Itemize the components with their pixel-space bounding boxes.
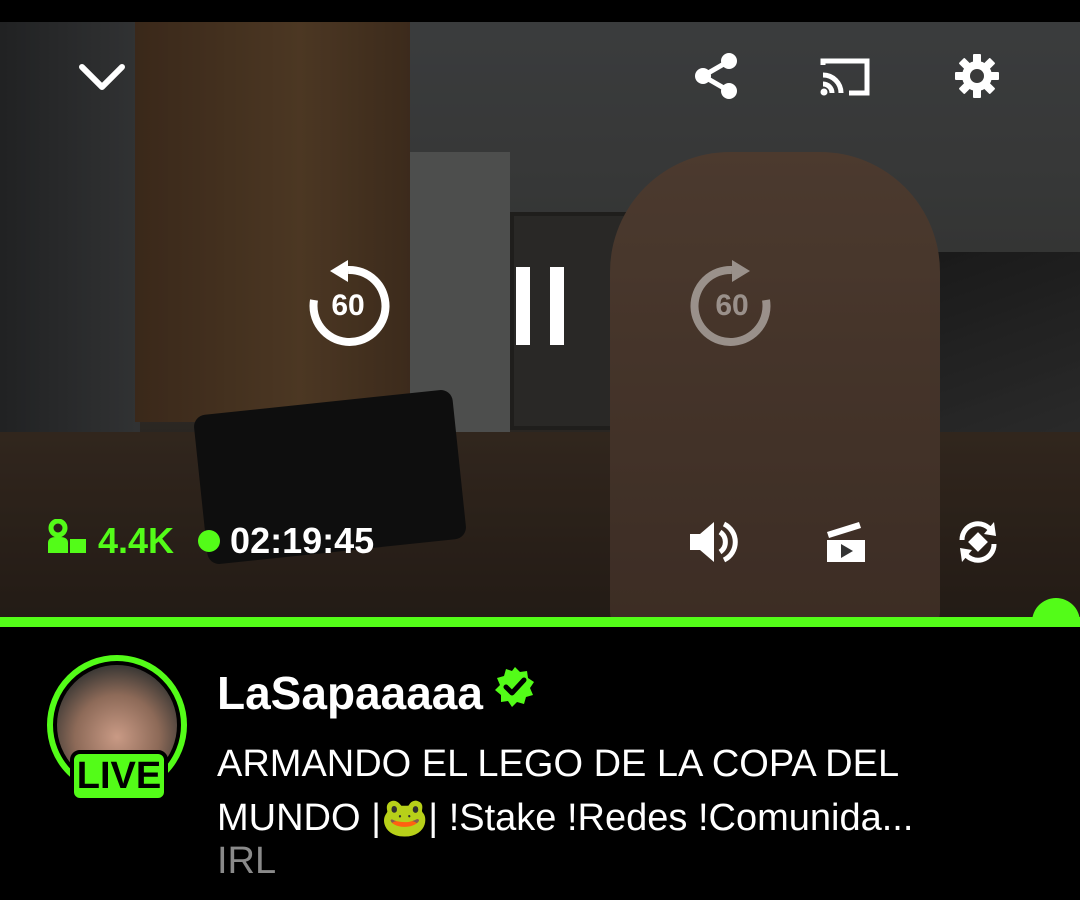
verified-badge-icon [493, 665, 537, 720]
live-badge: LIVE [70, 750, 168, 802]
stream-stats: 4.4K 02:19:45 [46, 518, 374, 564]
cast-icon[interactable] [815, 46, 875, 106]
channel-name[interactable]: LaSapaaaaa [217, 666, 483, 720]
pause-button[interactable] [500, 258, 580, 354]
chevron-down-icon[interactable] [72, 48, 132, 108]
channel-header[interactable]: LaSapaaaaa [217, 665, 537, 720]
rewind-60-button[interactable]: 60 [300, 258, 396, 354]
theater-mode-icon[interactable] [818, 514, 874, 570]
rotate-screen-icon[interactable] [950, 514, 1006, 570]
status-bar [0, 0, 1080, 22]
forward-60-button[interactable]: 60 [684, 258, 780, 354]
elapsed-time: 02:19:45 [230, 520, 375, 561]
viewer-count: 4.4K [98, 520, 175, 561]
gear-icon[interactable] [947, 46, 1007, 106]
live-indicator-dot [198, 530, 221, 552]
stream-title[interactable]: ARMANDO EL LEGO DE LA COPA DEL MUNDO |🐸|… [217, 737, 1037, 845]
volume-icon[interactable] [686, 514, 742, 570]
stream-category[interactable]: IRL [217, 840, 276, 883]
rewind-seconds-label: 60 [331, 289, 365, 322]
viewers-icon [46, 518, 88, 564]
share-icon[interactable] [686, 46, 746, 106]
forward-seconds-label: 60 [715, 289, 749, 322]
progress-bar[interactable] [0, 617, 1080, 627]
